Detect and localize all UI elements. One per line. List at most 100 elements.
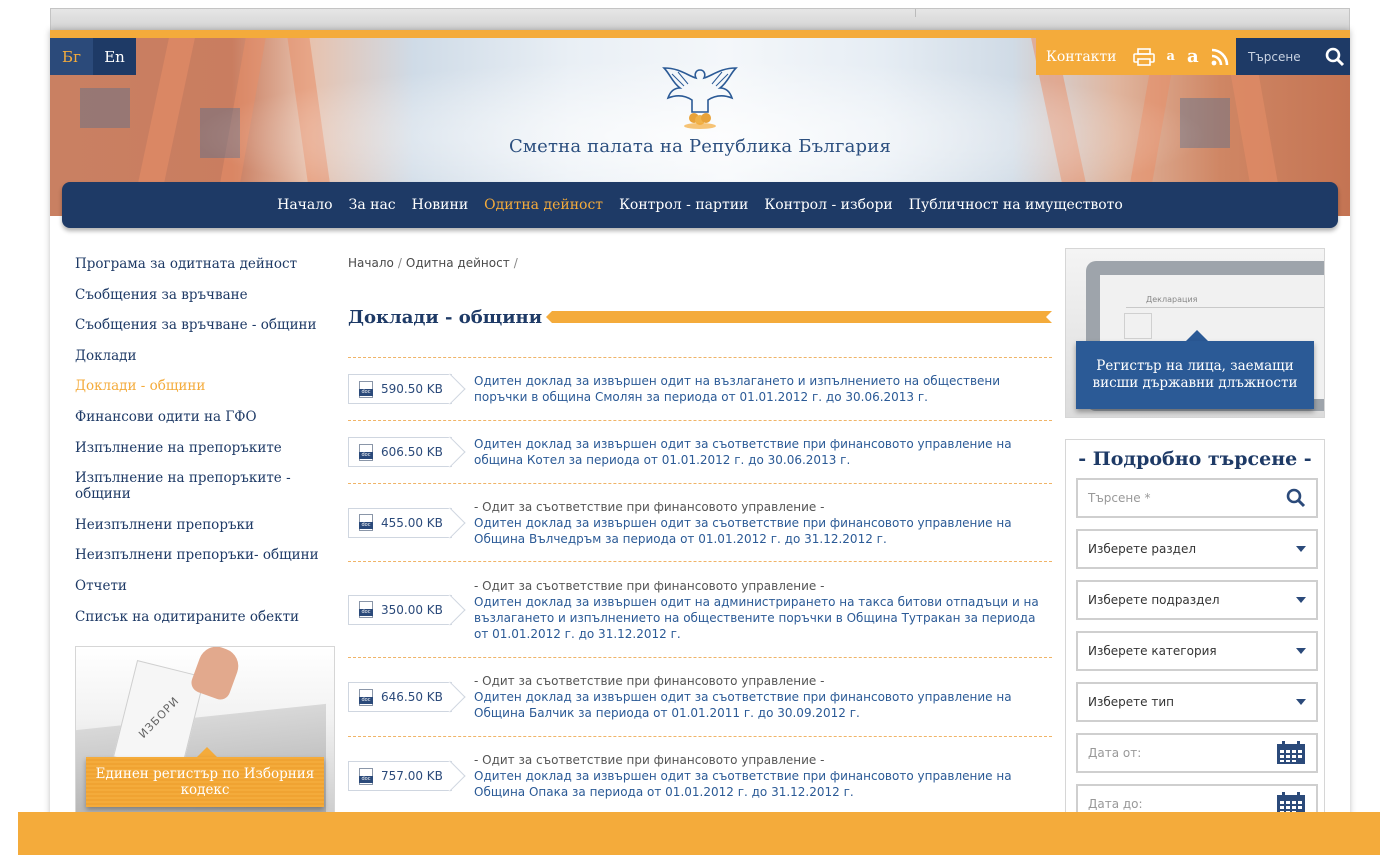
file-tag[interactable]: doc 646.50 KB bbox=[348, 682, 454, 712]
site-title[interactable]: Сметна палата на Република България bbox=[50, 136, 1350, 157]
search-icon[interactable] bbox=[1286, 488, 1306, 508]
date-from-input[interactable]: Дата от: bbox=[1076, 733, 1318, 773]
document-title-link[interactable]: Одитен доклад за извършен одит за съотве… bbox=[474, 689, 1052, 721]
file-size: 606.50 KB bbox=[381, 445, 443, 459]
document-title-link[interactable]: Одитен доклад за извършен одит за съотве… bbox=[474, 515, 1052, 547]
sidebar-item-unfulfilled[interactable]: Неизпълнени препоръки bbox=[75, 517, 335, 533]
lang-bg-button[interactable]: Бг bbox=[50, 38, 93, 75]
subsection-select[interactable]: Изберете подраздел bbox=[1076, 580, 1318, 620]
category-select[interactable]: Изберете категория bbox=[1076, 631, 1318, 671]
file-tag[interactable]: doc 590.50 KB bbox=[348, 374, 454, 404]
title-decoration-bar bbox=[546, 311, 1052, 323]
file-tag-shape: doc 757.00 KB bbox=[348, 761, 452, 791]
section-select[interactable]: Изберете раздел bbox=[1076, 529, 1318, 569]
nav-audit-activity[interactable]: Одитна дейност bbox=[484, 197, 603, 213]
banner-pointer bbox=[1186, 330, 1208, 341]
search-query-input[interactable]: Търсене * bbox=[1076, 478, 1318, 518]
chevron-down-icon bbox=[1296, 699, 1306, 705]
nav-news[interactable]: Новини bbox=[412, 197, 469, 213]
sidebar-item-unfulfilled-municipalities[interactable]: Неизпълнени препоръки- общини bbox=[75, 547, 335, 563]
font-small-button[interactable]: a bbox=[1167, 49, 1175, 64]
contacts-link[interactable]: Контакти bbox=[1046, 49, 1117, 65]
document-title-link[interactable]: Одитен доклад за извършен одит на възлаг… bbox=[474, 373, 1052, 405]
document-info: - Одит за съответствие при финансовото у… bbox=[474, 673, 1052, 721]
document-title-link[interactable]: Одитен доклад за извършен одит за съотве… bbox=[474, 436, 1052, 468]
sidebar-item-reports[interactable]: Доклади bbox=[75, 348, 335, 364]
lang-en-button[interactable]: En bbox=[93, 38, 136, 75]
advanced-search-title: - Подробно търсене - bbox=[1078, 448, 1312, 470]
sidebar-item-delivery-notices[interactable]: Съобщения за връчване bbox=[75, 287, 335, 303]
election-register-label[interactable]: Единен регистър по Изборния кодекс bbox=[86, 757, 324, 807]
officials-register-label[interactable]: Регистър на лица, заемащи висши държавни… bbox=[1076, 341, 1314, 409]
doc-icon-label: doc bbox=[359, 609, 373, 616]
sidebar-item-audited-list[interactable]: Списък на одитираните обекти bbox=[75, 609, 335, 625]
file-tag-shape: doc 646.50 KB bbox=[348, 682, 452, 712]
file-tag[interactable]: doc 350.00 KB bbox=[348, 594, 454, 625]
screen-line bbox=[1126, 307, 1324, 308]
sidebar-item-delivery-notices-municipalities[interactable]: Съобщения за връчване - общини bbox=[75, 317, 335, 333]
doc-file-icon: doc bbox=[359, 767, 373, 785]
document-info: Одитен доклад за извършен одит на възлаг… bbox=[474, 373, 1052, 405]
main-navigation: Начало За нас Новини Одитна дейност Конт… bbox=[62, 182, 1338, 228]
page: Бг En Контакти a a Търсене Сметна палата… bbox=[50, 30, 1350, 820]
header-search[interactable]: Търсене bbox=[1236, 38, 1350, 75]
document-category: - Одит за съответствие при финансовото у… bbox=[474, 499, 825, 514]
file-size: 350.00 KB bbox=[381, 602, 443, 617]
category-select-value: Изберете категория bbox=[1088, 644, 1217, 658]
print-icon[interactable] bbox=[1132, 47, 1155, 66]
doc-icon-label: doc bbox=[359, 696, 373, 704]
sidebar-item-financial-audits[interactable]: Финансови одити на ГФО bbox=[75, 409, 335, 425]
header-search-input[interactable]: Търсене bbox=[1248, 50, 1320, 64]
date-to-placeholder: Дата до: bbox=[1088, 797, 1143, 811]
calendar-icon[interactable] bbox=[1276, 741, 1306, 765]
search-query-placeholder: Търсене * bbox=[1088, 491, 1151, 505]
nav-control-elections[interactable]: Контрол - избори bbox=[764, 197, 892, 213]
sidebar-item-recommendations-municipalities[interactable]: Изпълнение на препоръките - общини bbox=[75, 470, 335, 502]
file-size: 455.00 KB bbox=[381, 515, 443, 530]
sidebar-item-statements[interactable]: Отчети bbox=[75, 578, 335, 594]
breadcrumb-audit[interactable]: Одитна дейност bbox=[406, 256, 510, 270]
breadcrumb: Начало / Одитна дейност / bbox=[348, 256, 1052, 276]
font-large-button[interactable]: a bbox=[1187, 46, 1199, 67]
officials-register-banner[interactable]: Декларация Регистър на лица, заемащи вис… bbox=[1065, 248, 1325, 418]
file-tag[interactable]: doc 757.00 KB bbox=[348, 761, 454, 791]
section-select-value: Изберете раздел bbox=[1088, 542, 1197, 556]
sidebar-item-reports-municipalities[interactable]: Доклади - общини bbox=[75, 378, 335, 394]
search-icon[interactable] bbox=[1320, 47, 1350, 67]
file-tag-shape: doc 350.00 KB bbox=[348, 594, 452, 625]
document-title-link[interactable]: Одитен доклад за извършен одит за съотве… bbox=[474, 768, 1052, 800]
document-info: Одитен доклад за извършен одит за съотве… bbox=[474, 436, 1052, 468]
document-list: doc 590.50 KB Одитен доклад за извършен о… bbox=[348, 357, 1052, 816]
breadcrumb-separator: / bbox=[397, 256, 402, 270]
document-category: - Одит за съответствие при финансовото у… bbox=[474, 674, 825, 688]
footer-bar bbox=[18, 812, 1380, 855]
file-size: 646.50 KB bbox=[381, 690, 443, 704]
breadcrumb-separator: / bbox=[513, 256, 518, 270]
document-title-link[interactable]: Одитен доклад за извършен одит на админи… bbox=[474, 594, 1052, 642]
file-tag[interactable]: doc 455.00 KB bbox=[348, 507, 454, 538]
type-select[interactable]: Изберете тип bbox=[1076, 682, 1318, 722]
eagle-logo-icon[interactable] bbox=[650, 60, 750, 132]
breadcrumb-home[interactable]: Начало bbox=[348, 256, 394, 270]
document-info: - Одит за съответствие при финансовото у… bbox=[474, 752, 1052, 800]
nav-control-parties[interactable]: Контрол - партии bbox=[619, 197, 748, 213]
file-tag[interactable]: doc 606.50 KB bbox=[348, 437, 454, 467]
subsection-select-value: Изберете подраздел bbox=[1088, 593, 1220, 607]
date-from-placeholder: Дата от: bbox=[1088, 746, 1142, 760]
list-item: doc 606.50 KB Одитен доклад за извършен о… bbox=[348, 421, 1052, 484]
chevron-down-icon bbox=[1296, 648, 1306, 654]
nav-about[interactable]: За нас bbox=[349, 197, 396, 213]
ballot-paper-text: ИЗБОРИ bbox=[136, 693, 182, 741]
document-category: - Одит за съответствие при финансовото у… bbox=[474, 753, 825, 767]
rss-icon[interactable] bbox=[1211, 48, 1229, 66]
top-strip-divider bbox=[915, 9, 916, 17]
election-register-banner[interactable]: ИЗБОРИ Единен регистър по Изборния кодек… bbox=[75, 646, 335, 820]
sidebar-item-recommendations[interactable]: Изпълнение на препоръките bbox=[75, 440, 335, 456]
document-info: - Одит за съответствие при финансовото у… bbox=[474, 499, 1052, 547]
nav-asset-publicity[interactable]: Публичност на имуществото bbox=[909, 197, 1123, 213]
doc-icon-label: doc bbox=[359, 775, 373, 783]
chevron-down-icon bbox=[1296, 597, 1306, 603]
nav-home[interactable]: Начало bbox=[277, 197, 332, 213]
sidebar-item-audit-program[interactable]: Програма за одитната дейност bbox=[75, 256, 335, 272]
sidebar-menu: Програма за одитната дейност Съобщения з… bbox=[75, 256, 335, 639]
